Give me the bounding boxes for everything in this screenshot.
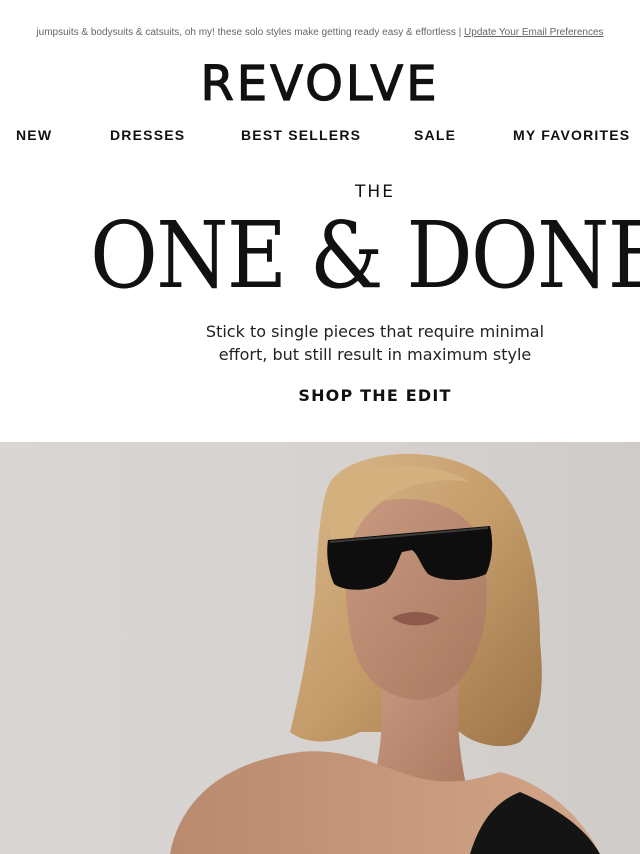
- hero-photo[interactable]: [0, 442, 640, 854]
- nav-item-dresses[interactable]: DRESSES: [110, 127, 185, 143]
- main-nav: NEW DRESSES BEST SELLERS SALE MY FAVORIT…: [0, 127, 640, 147]
- hero-subtitle-line-2: effort, but still result in maximum styl…: [218, 345, 532, 364]
- hero-subtitle-line-1: Stick to single pieces that require mini…: [205, 322, 545, 341]
- shop-the-edit-link[interactable]: SHOP THE EDIT: [250, 386, 500, 405]
- nav-item-my-favorites[interactable]: MY FAVORITES: [513, 127, 630, 143]
- hero-subtitle: Stick to single pieces that require mini…: [150, 320, 600, 366]
- nav-item-new[interactable]: NEW: [16, 127, 52, 143]
- nav-item-best-sellers[interactable]: BEST SELLERS: [241, 127, 361, 143]
- hero-title: ONE & DONE: [90, 202, 640, 309]
- preheader: jumpsuits & bodysuits & catsuits, oh my!…: [0, 27, 640, 38]
- model-photo-illustration: [170, 453, 600, 854]
- brand-logo[interactable]: REVOLVE: [0, 55, 640, 112]
- preheader-text: jumpsuits & bodysuits & catsuits, oh my!…: [36, 27, 465, 38]
- nav-item-sale[interactable]: SALE: [414, 127, 456, 143]
- update-email-preferences-link[interactable]: Update Your Email Preferences: [464, 27, 604, 38]
